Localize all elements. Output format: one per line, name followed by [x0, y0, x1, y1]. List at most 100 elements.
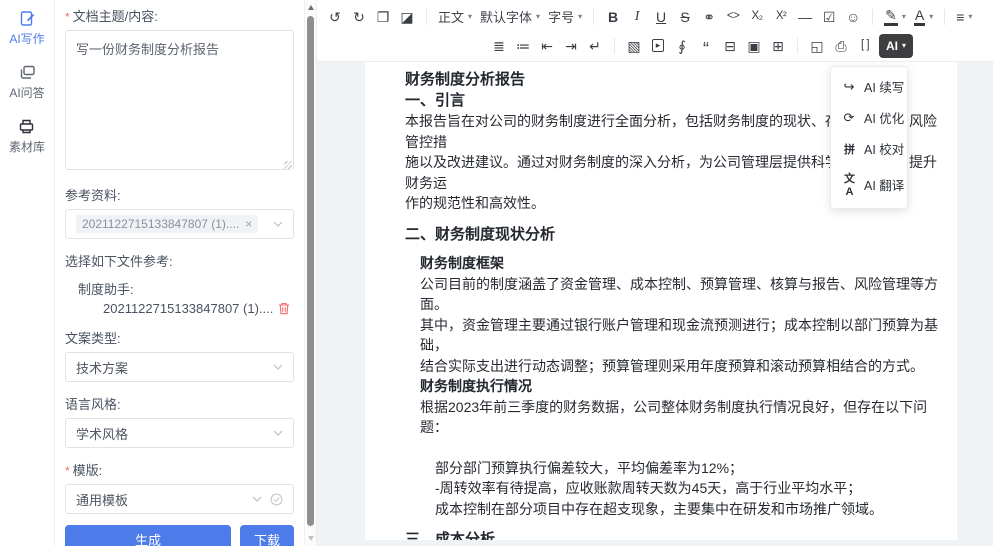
check-circle-icon	[270, 493, 283, 506]
code-block-icon[interactable]: ▣	[744, 34, 764, 58]
emoji-icon[interactable]: ☺	[843, 5, 863, 29]
generate-button[interactable]: 生成	[65, 525, 231, 546]
template-select[interactable]: 通用模板	[65, 484, 294, 514]
highlight-color-icon[interactable]: ✎▾	[882, 5, 908, 29]
sidebar-item-ai-qa[interactable]: AI问答	[9, 64, 44, 101]
superscript-icon[interactable]: X²	[771, 5, 791, 29]
ordered-list-icon[interactable]: ≔	[513, 34, 533, 58]
divider-icon[interactable]: ⊟	[720, 34, 740, 58]
file-ref-label: 选择如下文件参考:	[65, 251, 294, 270]
assistant-label: 制度助手:	[78, 279, 294, 298]
italic-icon[interactable]: I	[627, 5, 647, 29]
font-size-dropdown[interactable]: 字号▾	[546, 5, 584, 29]
toolbar-row-2: ≣≔⇤⇥↵ ▧▸∮“⊟▣⊞ ◱⎙[ ]AI▾	[323, 31, 993, 60]
text-wrap-icon[interactable]: ↵	[585, 34, 605, 58]
topic-input[interactable]: 写一份财务制度分析报告	[65, 30, 294, 170]
image-icon[interactable]: ▧	[624, 34, 644, 58]
attachment-icon[interactable]: ∮	[672, 34, 692, 58]
eraser-icon[interactable]: ◪	[397, 5, 417, 29]
ai-qa-icon	[19, 64, 36, 81]
file-row: 2021122715133847807 (1)....	[78, 301, 294, 316]
toolbar-separator	[872, 9, 873, 25]
download-button[interactable]: 下载	[240, 525, 294, 546]
menu-item-label: AI 优化	[864, 108, 904, 127]
table-icon[interactable]: ⊞	[768, 34, 788, 58]
doc-heading: 财务制度执行情况	[405, 376, 947, 397]
menu-item-label: AI 翻译	[864, 175, 904, 194]
bold-icon[interactable]: B	[603, 5, 623, 29]
sidebar-item-label: 素材库	[9, 138, 45, 155]
doc-paragraph: 公司目前的制度涵盖了资金管理、成本控制、预算管理、核算与报告、风险管理等方面。 …	[405, 274, 947, 377]
topic-label: *文档主题/内容:	[65, 6, 294, 25]
editor: ↺↻❐◪ 正文▾默认字体▾字号▾ BIUS⚭<>X₂X²—☑☺ ✎▾A▾ ≡▾ ≣≔⇤⇥…	[317, 0, 993, 546]
strikethrough-icon[interactable]: S	[675, 5, 695, 29]
indent-icon[interactable]: ⇥	[561, 34, 581, 58]
continue-writing-icon: ↪	[841, 79, 857, 95]
editor-toolbar: ↺↻❐◪ 正文▾默认字体▾字号▾ BIUS⚭<>X₂X²—☑☺ ✎▾A▾ ≡▾ ≣≔⇤⇥…	[317, 0, 993, 62]
scrollbar-thumb[interactable]	[307, 16, 314, 526]
toolbar-separator	[593, 9, 594, 25]
sidebar-item-label: AI问答	[9, 84, 44, 101]
undo-icon[interactable]: ↺	[325, 5, 345, 29]
scroll-down-icon[interactable]	[308, 536, 314, 541]
font-color-icon[interactable]: A▾	[912, 5, 935, 29]
link-icon[interactable]: ⚭	[699, 5, 719, 29]
outdent-icon[interactable]: ⇤	[537, 34, 557, 58]
task-list-icon[interactable]: ☑	[819, 5, 839, 29]
toolbar-separator	[797, 38, 798, 54]
menu-item-ai-optimize[interactable]: ⟳ AI 优化	[831, 102, 907, 133]
font-family-dropdown[interactable]: 默认字体▾	[478, 5, 542, 29]
required-asterisk: *	[65, 464, 70, 478]
sidebar-item-material-library[interactable]: 素材库	[9, 118, 45, 155]
app: AI写作 AI问答 素材库 *文档主题/内容:	[0, 0, 993, 546]
reference-tag-label: 2021122715133847807 (1)....	[82, 217, 239, 231]
menu-item-label: AI 续写	[864, 77, 904, 96]
material-library-icon	[18, 118, 35, 135]
editor-canvas: 财务制度分析报告一、引言本报告旨在对公司的财务制度进行全面分析，包括财务制度的现…	[317, 62, 993, 546]
doc-heading: 三、成本分析	[405, 530, 947, 540]
file-name: 2021122715133847807 (1)....	[103, 301, 278, 316]
fullscreen-icon[interactable]: [ ]	[855, 34, 875, 58]
copy-type-select[interactable]: 技术方案	[65, 352, 294, 382]
delete-icon[interactable]	[278, 302, 290, 315]
mini-window-icon[interactable]: ◱	[807, 34, 827, 58]
optimize-icon: ⟳	[841, 110, 857, 126]
align-icon[interactable]: ≡▾	[954, 5, 974, 29]
ai-button[interactable]: AI▾	[879, 34, 913, 58]
subscript-icon[interactable]: X₂	[747, 5, 767, 29]
print-icon[interactable]: ⎙	[831, 34, 851, 58]
menu-item-ai-translate[interactable]: 文A AI 翻译	[831, 164, 907, 204]
chevron-down-icon	[273, 221, 283, 227]
doc-heading: 财务制度框架	[405, 253, 947, 274]
copy-type-value: 技术方案	[76, 358, 273, 377]
translate-icon: 文A	[841, 170, 857, 198]
template-value: 通用模板	[76, 490, 252, 509]
toolbar-separator	[426, 9, 427, 25]
sidebar: AI写作 AI问答 素材库	[0, 0, 55, 546]
toolbar-row-1: ↺↻❐◪ 正文▾默认字体▾字号▾ BIUS⚭<>X₂X²—☑☺ ✎▾A▾ ≡▾	[323, 2, 993, 31]
bullet-list-icon[interactable]: ≣	[489, 34, 509, 58]
menu-item-label: AI 校对	[864, 139, 904, 158]
tag-close-icon[interactable]: ×	[245, 217, 252, 231]
blockquote-icon[interactable]: “	[696, 34, 716, 58]
format-painter-icon[interactable]: ❐	[373, 5, 393, 29]
style-label: 语言风格:	[65, 394, 294, 413]
style-select[interactable]: 学术风格	[65, 418, 294, 448]
ai-writing-icon	[19, 10, 36, 27]
menu-item-ai-continue[interactable]: ↪ AI 续写	[831, 71, 907, 102]
sidebar-item-ai-writing[interactable]: AI写作	[9, 10, 44, 47]
horizontal-rule-icon[interactable]: —	[795, 5, 815, 29]
chevron-down-icon	[273, 364, 283, 370]
reference-select[interactable]: 2021122715133847807 (1).... ×	[65, 209, 294, 239]
video-icon[interactable]: ▸	[648, 34, 668, 58]
menu-item-ai-proofread[interactable]: 拼 AI 校对	[831, 133, 907, 164]
scroll-up-icon[interactable]	[308, 5, 314, 10]
proofread-icon: 拼	[841, 141, 857, 157]
required-asterisk: *	[65, 10, 70, 24]
form-scrollbar[interactable]	[304, 0, 317, 546]
inline-code-icon[interactable]: <>	[723, 5, 743, 29]
form-panel: *文档主题/内容: 写一份财务制度分析报告 参考资料: 202112271513…	[55, 0, 304, 546]
underline-icon[interactable]: U	[651, 5, 671, 29]
redo-icon[interactable]: ↻	[349, 5, 369, 29]
paragraph-style-dropdown[interactable]: 正文▾	[436, 5, 474, 29]
